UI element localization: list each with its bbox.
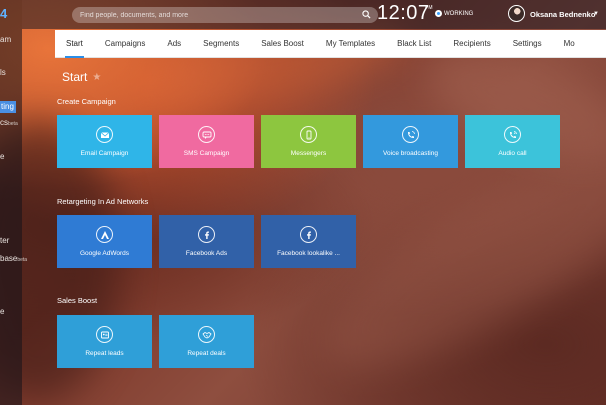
top-header: 12:07 PM WORKING Oksana Bednenko ▼ (22, 0, 606, 29)
sidebar-item[interactable]: ter (0, 236, 9, 245)
sidebar-item[interactable]: csbeta (0, 118, 18, 127)
phone-icon (300, 126, 317, 143)
repeat-deals-tile[interactable]: Repeat deals (159, 315, 254, 368)
email-icon (96, 126, 113, 143)
search-icon[interactable] (362, 10, 371, 19)
sidebar-item-label: base (0, 254, 18, 263)
handshake-icon (198, 326, 215, 343)
work-status[interactable]: WORKING (435, 10, 473, 17)
chevron-down-icon[interactable]: ▼ (593, 11, 599, 17)
section-retargeting: Retargeting In Ad Networks (57, 197, 149, 206)
app-logo[interactable]: 4 (0, 6, 7, 21)
tab-black-list[interactable]: Black List (386, 30, 442, 58)
status-icon (435, 10, 442, 17)
tile-label: Facebook Ads (185, 250, 228, 257)
main-nav: Start Campaigns Ads Segments Sales Boost My T… (55, 30, 606, 58)
clock-ampm: PM (425, 5, 433, 11)
facebook-lookalike-tile[interactable]: Facebook lookalike ... (261, 215, 356, 268)
clock: 12:07 (377, 2, 430, 24)
adwords-icon (96, 226, 113, 243)
tab-ads[interactable]: Ads (156, 30, 192, 58)
star-icon[interactable]: ★ (92, 72, 101, 83)
facebook-icon (300, 226, 317, 243)
tab-recipients[interactable]: Recipients (442, 30, 501, 58)
section-create-campaign: Create Campaign (57, 97, 116, 106)
messengers-tile[interactable]: Messengers (261, 115, 356, 168)
sidebar-item-label: ter (0, 236, 10, 245)
tile-label: SMS Campaign (183, 150, 230, 157)
sidebar-item[interactable]: basebeta (0, 254, 27, 263)
page-title: Start ★ (62, 70, 101, 84)
tile-label: Repeat deals (187, 350, 226, 357)
sidebar-item[interactable]: ting (0, 101, 16, 113)
sidebar-item-label: ls (0, 68, 6, 77)
tile-label: Google AdWords (79, 250, 130, 257)
tile-label: Voice broadcasting (383, 150, 438, 157)
tab-start[interactable]: Start (55, 30, 94, 58)
sidebar-item[interactable]: am (0, 35, 11, 44)
tab-campaigns[interactable]: Campaigns (94, 30, 156, 58)
sms-icon (198, 126, 215, 143)
google-adwords-tile[interactable]: Google AdWords (57, 215, 152, 268)
left-sidebar: 4 am ls ting csbeta e ter basebeta e (0, 0, 27, 405)
beta-badge: beta (17, 257, 28, 263)
tile-label: Repeat leads (85, 350, 124, 357)
audio-call-tile[interactable]: Audio call (465, 115, 560, 168)
avatar[interactable] (508, 5, 525, 22)
sidebar-item-label: am (0, 35, 12, 44)
sms-campaign-tile[interactable]: SMS Campaign (159, 115, 254, 168)
voice-call-icon (402, 126, 419, 143)
repeat-leads-icon (96, 326, 113, 343)
tab-my-templates[interactable]: My Templates (315, 30, 386, 58)
sidebar-item-label: e (0, 152, 5, 161)
tile-label: Facebook lookalike ... (277, 250, 340, 257)
sidebar-item-label: cs (0, 118, 8, 127)
sidebar-item[interactable]: e (0, 307, 4, 316)
tab-segments[interactable]: Segments (192, 30, 250, 58)
beta-badge: beta (8, 121, 18, 127)
page-title-text: Start (62, 70, 88, 84)
sidebar-item-label: e (0, 307, 5, 316)
search-input[interactable] (72, 7, 378, 23)
sidebar-item[interactable]: e (0, 152, 4, 161)
tab-settings[interactable]: Settings (502, 30, 553, 58)
tile-label: Email Campaign (80, 150, 129, 157)
facebook-ads-tile[interactable]: Facebook Ads (159, 215, 254, 268)
voice-broadcasting-tile[interactable]: Voice broadcasting (363, 115, 458, 168)
status-label: WORKING (444, 10, 474, 17)
email-campaign-tile[interactable]: Email Campaign (57, 115, 152, 168)
repeat-leads-tile[interactable]: Repeat leads (57, 315, 152, 368)
sidebar-item-label: ting (1, 102, 14, 111)
tile-label: Messengers (290, 150, 327, 157)
sidebar-item[interactable]: ls (0, 68, 6, 77)
tab-sales-boost[interactable]: Sales Boost (250, 30, 315, 58)
user-name[interactable]: Oksana Bednenko (530, 10, 595, 19)
audio-call-icon (504, 126, 521, 143)
tile-label: Audio call (498, 150, 527, 157)
facebook-icon (198, 226, 215, 243)
section-sales-boost: Sales Boost (57, 296, 98, 305)
tab-mo[interactable]: Mo (553, 30, 586, 58)
